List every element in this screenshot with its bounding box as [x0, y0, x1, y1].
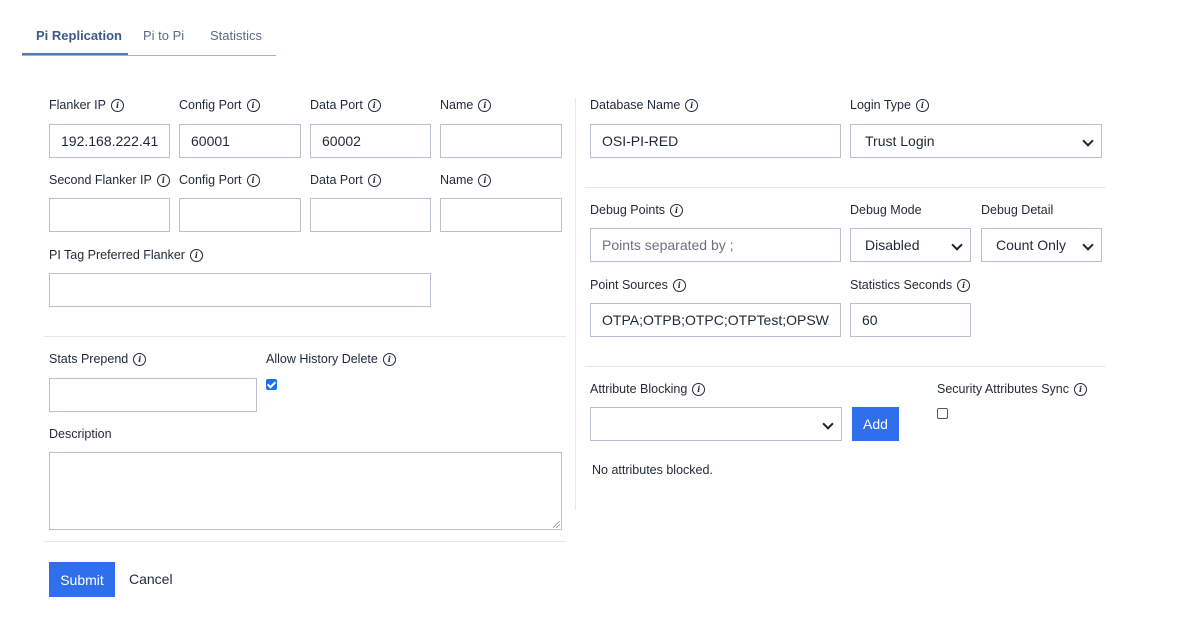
info-icon: i — [367, 98, 381, 112]
name-input[interactable] — [440, 124, 562, 158]
second-flanker-ip-label: Second Flanker IP i — [49, 173, 170, 187]
statistics-seconds-label: Statistics Seconds i — [850, 278, 971, 292]
divider — [44, 336, 566, 337]
allow-history-delete-label: Allow History Delete i — [266, 352, 396, 366]
resize-grip-icon[interactable] — [553, 521, 560, 528]
add-attribute-button[interactable]: Add — [852, 407, 899, 441]
flanker-ip-label: Flanker IP i — [49, 98, 124, 112]
data-port-label: Data Port i — [310, 98, 381, 112]
tab-pi-to-pi[interactable]: Pi to Pi — [143, 28, 184, 43]
flanker-ip-input[interactable] — [49, 124, 170, 158]
info-icon: i — [367, 173, 381, 187]
info-icon: i — [1074, 382, 1088, 396]
debug-mode-select[interactable]: Disabled — [850, 228, 971, 262]
info-icon: i — [382, 352, 396, 366]
second-data-port-label: Data Port i — [310, 173, 381, 187]
debug-detail-select[interactable]: Count Only — [981, 228, 1102, 262]
point-sources-label: Point Sources i — [590, 278, 686, 292]
info-icon: i — [670, 203, 684, 217]
name-label: Name i — [440, 98, 492, 112]
chevron-down-icon — [1082, 239, 1094, 251]
info-icon: i — [672, 278, 686, 292]
chevron-down-icon — [1082, 135, 1094, 147]
second-data-port-input[interactable] — [310, 198, 431, 232]
pi-tag-label: PI Tag Preferred Flanker i — [49, 248, 203, 262]
stats-prepend-input[interactable] — [49, 378, 257, 412]
info-icon: i — [692, 382, 706, 396]
info-icon: i — [957, 278, 971, 292]
debug-mode-label: Debug Mode — [850, 203, 922, 217]
attribute-blocking-select[interactable] — [590, 407, 842, 441]
login-type-label: Login Type i — [850, 98, 929, 112]
submit-button[interactable]: Submit — [49, 562, 115, 597]
info-icon: i — [156, 173, 170, 187]
cancel-button[interactable]: Cancel — [129, 571, 173, 587]
config-port-input[interactable] — [179, 124, 301, 158]
info-icon: i — [110, 98, 124, 112]
second-name-label: Name i — [440, 173, 492, 187]
debug-points-label: Debug Points i — [590, 203, 684, 217]
tab-statistics[interactable]: Statistics — [210, 28, 262, 43]
debug-points-input[interactable] — [590, 228, 841, 262]
chevron-down-icon — [951, 239, 963, 251]
tab-pi-replication[interactable]: Pi Replication — [36, 28, 122, 43]
chevron-down-icon — [822, 418, 834, 430]
statistics-seconds-input[interactable] — [850, 303, 971, 337]
attribute-blocking-label: Attribute Blocking i — [590, 382, 706, 396]
data-port-input[interactable] — [310, 124, 431, 158]
login-type-value: Trust Login — [865, 133, 935, 149]
description-textarea[interactable] — [49, 452, 562, 530]
divider — [44, 541, 566, 542]
stats-prepend-label: Stats Prepend i — [49, 352, 147, 366]
allow-history-delete-checkbox[interactable] — [266, 379, 277, 390]
description-label: Description — [49, 427, 112, 441]
tab-bar: Pi Replication Pi to Pi Statistics — [22, 22, 276, 56]
debug-mode-value: Disabled — [865, 237, 920, 253]
config-port-label: Config Port i — [179, 98, 260, 112]
info-icon: i — [246, 173, 260, 187]
debug-detail-label: Debug Detail — [981, 203, 1054, 217]
info-icon: i — [915, 98, 929, 112]
info-icon: i — [246, 98, 260, 112]
info-icon: i — [685, 98, 699, 112]
security-sync-checkbox[interactable] — [937, 408, 948, 419]
second-config-port-input[interactable] — [179, 198, 301, 232]
security-sync-label: Security Attributes Sync i — [937, 382, 1088, 396]
attribute-blocking-status: No attributes blocked. — [592, 463, 713, 477]
database-name-label: Database Name i — [590, 98, 699, 112]
column-divider — [575, 98, 576, 510]
database-name-input[interactable] — [590, 124, 841, 158]
second-config-port-label: Config Port i — [179, 173, 260, 187]
debug-detail-value: Count Only — [996, 237, 1067, 253]
second-flanker-ip-input[interactable] — [49, 198, 170, 232]
info-icon: i — [478, 173, 492, 187]
login-type-select[interactable]: Trust Login — [850, 124, 1102, 158]
info-icon: i — [478, 98, 492, 112]
second-name-input[interactable] — [440, 198, 562, 232]
divider — [585, 187, 1106, 188]
point-sources-input[interactable] — [590, 303, 841, 337]
divider — [585, 366, 1106, 367]
pi-tag-input[interactable] — [49, 273, 431, 307]
active-tab-indicator — [22, 53, 128, 55]
info-icon: i — [133, 352, 147, 366]
description-wrapper — [49, 452, 562, 530]
info-icon: i — [189, 248, 203, 262]
